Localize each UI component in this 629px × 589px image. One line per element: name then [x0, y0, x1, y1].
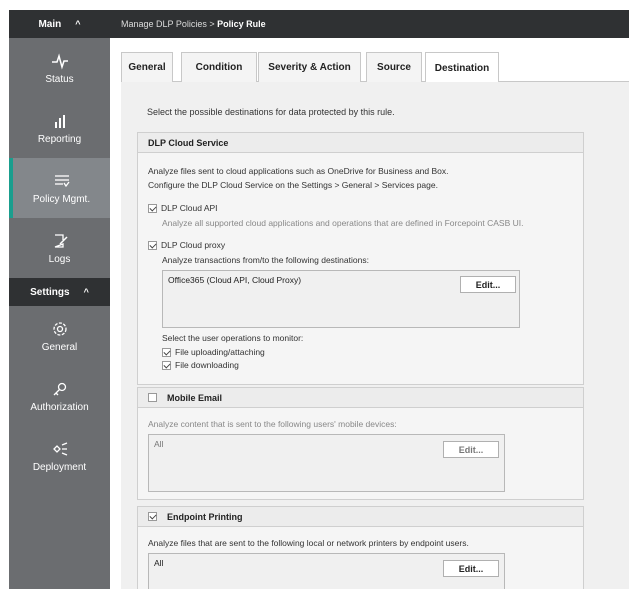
download-checkbox[interactable] [162, 361, 171, 371]
breadcrumb-prefix[interactable]: Manage DLP Policies > [121, 19, 217, 29]
sidebar-item-label: Authorization [30, 401, 89, 413]
printing-edit-button[interactable]: Edit... [443, 560, 499, 577]
chevron-up-icon: ^ [75, 19, 81, 29]
edit-log-icon [54, 233, 68, 248]
breadcrumb: Manage DLP Policies > Policy Rule [110, 10, 629, 38]
sidebar-item-general[interactable]: General [9, 306, 110, 366]
cloud-api-option[interactable]: DLP Cloud API [148, 203, 218, 214]
destinations-value: Office365 (Cloud API, Cloud Proxy) [168, 275, 302, 285]
sidebar-item-reporting[interactable]: Reporting [9, 98, 110, 158]
sidebar-item-label: Status [45, 73, 74, 85]
tab-general[interactable]: General [121, 52, 173, 82]
tab-severity-action[interactable]: Severity & Action [258, 52, 361, 82]
upload-label: File uploading/attaching [175, 347, 265, 357]
sidebar-item-label: Reporting [37, 133, 82, 145]
endpoint-printing-section: Endpoint Printing Analyze files that are… [137, 506, 584, 589]
breadcrumb-current: Policy Rule [217, 19, 266, 29]
sidebar-item-deployment[interactable]: Deployment [9, 426, 110, 486]
mobile-email-header[interactable]: Mobile Email [138, 388, 583, 408]
tab-bar: General Condition Severity & Action Sour… [110, 38, 629, 83]
main-section-header[interactable]: Main ^ [9, 10, 110, 38]
cloud-api-desc: Analyze all supported cloud applications… [162, 218, 524, 228]
cloud-desc-1: Analyze files sent to cloud applications… [148, 166, 449, 176]
cloud-proxy-option[interactable]: DLP Cloud proxy [148, 240, 226, 251]
printers-value: All [154, 558, 164, 568]
cloud-proxy-label: DLP Cloud proxy [161, 240, 226, 250]
mobile-email-section: Mobile Email Analyze content that is sen… [137, 387, 584, 500]
sidebar-item-label: Policy Mgmt. [32, 193, 91, 205]
upload-checkbox[interactable] [162, 348, 171, 358]
endpoint-printing-checkbox[interactable] [148, 512, 157, 521]
sidebar-item-label: Logs [48, 253, 71, 265]
cloud-api-label: DLP Cloud API [161, 203, 218, 213]
cloud-edit-button[interactable]: Edit... [460, 276, 516, 293]
tab-condition[interactable]: Condition [181, 52, 257, 82]
mobile-edit-button[interactable]: Edit... [443, 441, 499, 458]
cloud-desc-2: Configure the DLP Cloud Service on the S… [148, 180, 438, 190]
sidebar-item-label: General [41, 341, 78, 353]
sidebar: Main ^ Status Reporting Policy Mgmt. Log… [9, 10, 110, 589]
destination-panel: Select the possible destinations for dat… [121, 82, 629, 589]
sidebar-item-logs[interactable]: Logs [9, 218, 110, 278]
chevron-up-icon: ^ [83, 287, 89, 297]
cloud-service-section: DLP Cloud Service Analyze files sent to … [137, 132, 584, 385]
cloud-proxy-checkbox[interactable] [148, 241, 157, 251]
sidebar-item-label: Deployment [32, 461, 87, 473]
settings-header-label: Settings [30, 286, 70, 298]
mobile-email-desc: Analyze content that is sent to the foll… [148, 419, 397, 429]
intro-text: Select the possible destinations for dat… [147, 107, 395, 117]
pulse-icon [51, 52, 68, 70]
op-upload-option[interactable]: File uploading/attaching [162, 347, 265, 358]
cloud-service-title: DLP Cloud Service [138, 133, 583, 153]
tab-source[interactable]: Source [366, 52, 422, 82]
main-header-label: Main [38, 18, 62, 30]
mobile-users-value: All [154, 439, 164, 449]
filter-list-icon [54, 174, 70, 187]
mobile-email-checkbox[interactable] [148, 393, 157, 402]
sidebar-item-policy-mgmt[interactable]: Policy Mgmt. [9, 158, 110, 218]
key-icon [53, 382, 66, 395]
settings-section-header[interactable]: Settings ^ [9, 278, 110, 306]
sidebar-item-status[interactable]: Status [9, 38, 110, 98]
endpoint-printing-header[interactable]: Endpoint Printing [138, 507, 583, 527]
cloud-api-checkbox[interactable] [148, 204, 157, 214]
endpoint-printing-title: Endpoint Printing [167, 511, 243, 522]
endpoint-printing-desc: Analyze files that are sent to the follo… [148, 538, 469, 548]
cloud-proxy-desc: Analyze transactions from/to the followi… [162, 255, 369, 265]
mobile-email-title: Mobile Email [167, 392, 223, 403]
bar-chart-icon [54, 114, 65, 128]
download-label: File downloading [175, 360, 239, 370]
tab-destination[interactable]: Destination [425, 52, 499, 83]
operations-label: Select the user operations to monitor: [162, 333, 304, 343]
sidebar-item-authorization[interactable]: Authorization [9, 366, 110, 426]
deploy-icon [52, 441, 67, 456]
op-download-option[interactable]: File downloading [162, 360, 239, 371]
gear-icon [52, 321, 67, 336]
